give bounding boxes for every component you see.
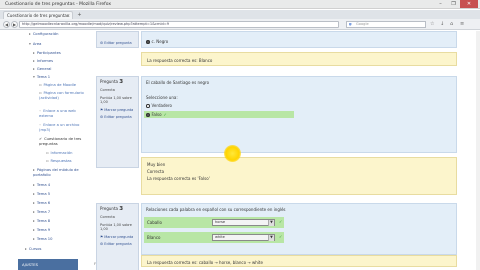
nav-item[interactable]: ▸ Tema 7 — [33, 210, 50, 214]
url-bar[interactable]: http://gelmoodlecnlaravilla.org/moodle/m… — [19, 21, 339, 28]
radio-icon — [146, 40, 150, 44]
nav-item[interactable]: ▸ Tema 5 — [33, 192, 50, 196]
answer-option-correct[interactable]: Falso ✓ — [144, 111, 294, 118]
gear-icon: ⚙ — [100, 115, 104, 119]
feedback-line: Muy bien — [147, 162, 166, 167]
bookmark-star-icon[interactable]: ☆ — [430, 21, 436, 28]
page-content: ▸ Configuración ▾ Area ▸ Participantes ▸ Inf… — [0, 31, 480, 270]
maximize-button[interactable]: ❐ — [447, 0, 460, 8]
nav-item[interactable]: ▸ Participantes — [33, 51, 61, 55]
search-input[interactable]: g Google — [346, 21, 426, 28]
nav-item-current[interactable]: ✔ Cuestionario de tres preguntas — [39, 137, 87, 146]
cursor-highlight — [224, 145, 241, 162]
flag-question-link[interactable]: ⚑ Marcar pregunta — [100, 235, 135, 240]
nav-item[interactable]: ▫ Información — [46, 151, 72, 155]
question-body: El caballo de Santiago es negro Seleccio… — [141, 76, 457, 153]
menu-icon[interactable]: ≡ — [460, 21, 466, 28]
toolbar-icons: ☆ ↓ ⌂ ≡ — [430, 21, 466, 28]
search-placeholder: Google — [356, 22, 369, 26]
edit-question-link[interactable]: ⚙ Editar pregunta — [100, 115, 135, 120]
navigation-block: ▸ Configuración ▾ Area ▸ Participantes ▸ Inf… — [20, 31, 88, 259]
tab-strip: Cuestionario de tres preguntas × + — [0, 10, 480, 19]
feedback-line: Correcta — [147, 169, 165, 174]
window-title-bar: Cuestionario de tres preguntas - Mozilla… — [0, 0, 480, 9]
nav-item[interactable]: ▸ Configuración — [29, 32, 58, 36]
new-tab-button[interactable]: + — [76, 12, 83, 18]
nav-item[interactable]: ▸ Tema 4 — [33, 183, 50, 187]
nav-item[interactable]: ▸ Informes — [33, 59, 53, 63]
answer-option[interactable]: c. Negro — [144, 38, 294, 45]
search-engine-icon: g — [349, 22, 352, 26]
check-icon: ✓ — [279, 234, 283, 239]
nav-item[interactable]: ▸ Tema 10 — [33, 237, 52, 241]
nav-item[interactable]: ▫ Página con formulario (actividad) — [39, 91, 85, 100]
answer-option[interactable]: Verdadero — [144, 102, 294, 109]
scrollbar[interactable] — [476, 31, 480, 270]
check-icon: ✓ — [163, 112, 167, 117]
question-body: Relaciones cada palabra en español con s… — [141, 203, 457, 255]
nav-item[interactable]: ▫ Respuestas — [46, 159, 72, 163]
nav-item[interactable]: ▸ Tema 9 — [33, 228, 50, 232]
nav-item[interactable]: ▸ Cursos — [25, 247, 41, 251]
flag-question-link[interactable]: ⚑ Marcar pregunta — [100, 108, 135, 113]
question-info: Pregunta 3 Correcta Puntúa 1,00 sobre 1,… — [96, 76, 139, 168]
match-select[interactable]: horse ▼ — [212, 219, 275, 226]
feedback-previous: La respuesta correcta es: Blanco — [141, 52, 457, 66]
match-select[interactable]: white ▼ — [212, 234, 275, 241]
feedback-box: La respuesta correcta es: caballo → hors… — [141, 255, 457, 267]
navigation-bar: ◀ ▶ http://gelmoodlecnlaravilla.org/mood… — [0, 19, 480, 30]
settings-block-header[interactable]: AJUSTES — [18, 259, 78, 270]
match-label: Blanco — [147, 235, 161, 240]
feedback-line: La respuesta correcta es 'Falso' — [147, 176, 210, 181]
close-window-button[interactable]: ✕ — [460, 0, 478, 8]
nav-item[interactable]: ▸ Tema 8 — [33, 219, 50, 223]
nav-item[interactable]: ▫ Página de Moodle — [39, 83, 76, 87]
flag-icon: ⚑ — [100, 234, 104, 239]
feedback-box: Muy bien Correcta La respuesta correcta … — [141, 157, 457, 195]
check-icon: ✓ — [279, 219, 283, 224]
forward-arrow-icon[interactable]: ▶ — [11, 21, 18, 28]
nav-item[interactable]: ▸ Tema 6 — [33, 201, 50, 205]
chevron-down-icon: ▼ — [268, 235, 274, 241]
nav-item[interactable]: ▾ Tema 1 — [33, 75, 50, 79]
question-info: Pregunta 3 Correcta Puntúa 1,00 sobre 1,… — [96, 203, 139, 270]
close-tab-icon[interactable]: × — [67, 12, 70, 19]
window-controls: – ❐ ✕ — [434, 0, 478, 9]
nav-item[interactable]: ◦ Enlace a un archivo (mp3) — [39, 123, 85, 132]
match-row-correct: Caballo horse ▼ ✓ — [144, 217, 284, 228]
edit-question-link[interactable]: ⚙ Editar pregunta — [100, 41, 135, 46]
edit-question-link[interactable]: ⚙ Editar pregunta — [100, 242, 135, 247]
question-info-previous: ⚙ Editar pregunta — [96, 31, 139, 48]
question-mark: Puntúa 1,00 sobre 1,00 — [100, 222, 132, 232]
select-one-prompt: Seleccione una: — [146, 95, 178, 100]
question-body-previous: c. Negro — [141, 31, 457, 48]
question-mark: Puntúa 1,00 sobre 1,00 — [100, 95, 132, 105]
radio-icon — [146, 113, 150, 117]
match-label: Caballo — [147, 220, 162, 225]
question-status: Correcta — [100, 88, 115, 92]
chevron-down-icon: ▼ — [268, 220, 274, 226]
question-text: El caballo de Santiago es negro — [146, 80, 210, 85]
window-title: Cuestionario de tres preguntas - Mozilla… — [5, 2, 112, 7]
question-status: Correcta — [100, 215, 115, 219]
downloads-icon[interactable]: ↓ — [440, 21, 446, 28]
question-number: Pregunta 3 — [100, 79, 124, 85]
correct-answer-text: La respuesta correcta es: caballo → hors… — [147, 260, 263, 265]
nav-item[interactable]: ▸ Páginas del módulo de portafolio — [33, 168, 85, 177]
gear-icon: ⚙ — [100, 242, 104, 246]
radio-icon — [146, 104, 150, 108]
browser-tab[interactable]: Cuestionario de tres preguntas × — [3, 11, 73, 19]
tab-label: Cuestionario de tres preguntas — [7, 13, 69, 18]
nav-item[interactable]: ▸ General — [33, 67, 51, 71]
flag-icon: ⚑ — [100, 107, 104, 112]
question-number: Pregunta 3 — [100, 206, 124, 212]
nav-item[interactable]: ◦ Enlace a una web externa — [39, 109, 85, 118]
nav-item[interactable]: ▾ Area — [29, 42, 41, 46]
match-row-correct: Blanco white ▼ ✓ — [144, 232, 284, 243]
home-icon[interactable]: ⌂ — [450, 21, 456, 28]
minimize-button[interactable]: – — [434, 0, 447, 8]
correct-answer-text: La respuesta correcta es: Blanco — [147, 58, 213, 63]
back-arrow-icon[interactable]: ◀ — [3, 21, 10, 28]
question-text: Relaciones cada palabra en español con s… — [146, 207, 286, 212]
